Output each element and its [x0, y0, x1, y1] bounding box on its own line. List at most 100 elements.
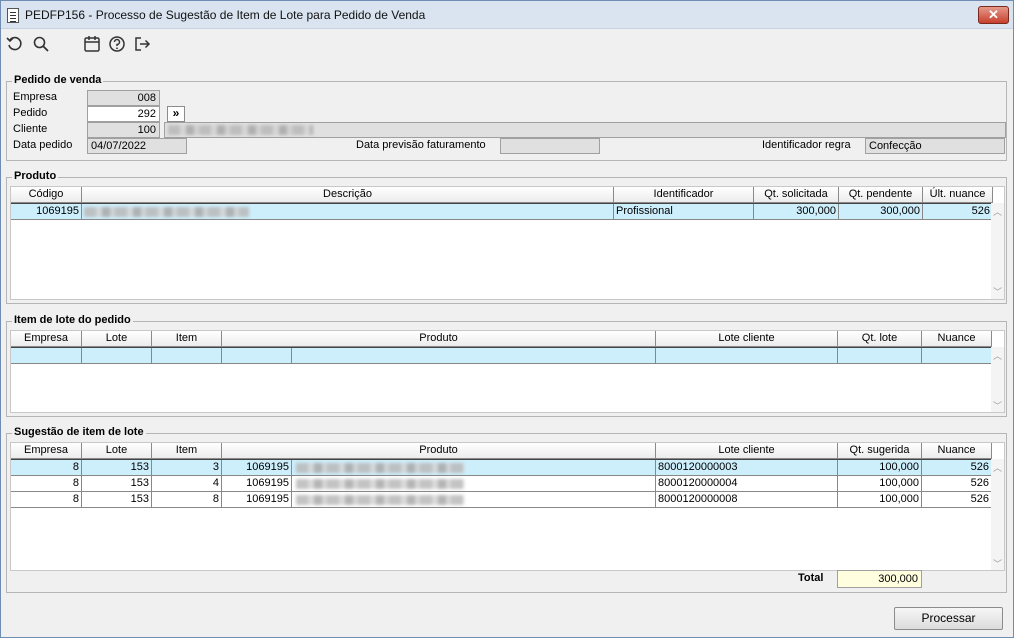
cell-qt-sugerida: 100,000	[838, 492, 922, 508]
cell-produto-codigo: 1069195	[222, 460, 292, 476]
grid-header: Empresa Lote Item Produto Lote cliente Q…	[11, 331, 992, 347]
refresh-icon[interactable]	[6, 35, 24, 53]
exit-icon[interactable]	[133, 35, 151, 53]
data-previsao-field	[500, 138, 600, 154]
redacted-text	[296, 495, 464, 505]
cliente-field: 100	[87, 122, 160, 138]
cell-lote: 153	[82, 476, 152, 492]
identificador-field: Confecção	[865, 138, 1005, 154]
cell-produto-codigo: 1069195	[222, 476, 292, 492]
title-bar: PEDFP156 - Processo de Sugestão de Item …	[1, 1, 1013, 29]
empresa-field: 008	[87, 90, 160, 106]
cell-lote: 153	[82, 460, 152, 476]
redacted-text	[296, 463, 464, 473]
data-previsao-label: Data previsão faturamento	[356, 139, 486, 151]
column-header[interactable]: Lote	[82, 443, 152, 459]
cell-codigo: 1069195	[11, 204, 82, 220]
scroll-down-icon[interactable]: ﹀	[993, 557, 1002, 570]
redacted-text	[84, 207, 249, 217]
document-icon	[7, 8, 19, 23]
help-icon[interactable]	[108, 35, 126, 53]
cell-empresa: 8	[11, 460, 82, 476]
column-header[interactable]: Qt. solicitada	[754, 187, 839, 203]
column-header[interactable]: Item	[152, 331, 222, 347]
identificador-label: Identificador regra	[762, 139, 851, 151]
column-header[interactable]: Últ. nuance	[923, 187, 993, 203]
search-icon[interactable]	[32, 35, 50, 53]
cell-qt-pendente: 300,000	[839, 204, 923, 220]
column-header[interactable]: Lote	[82, 331, 152, 347]
cell-nuance: 526	[922, 476, 992, 492]
pedido-field[interactable]: 292	[87, 106, 160, 122]
table-row[interactable]	[11, 347, 992, 364]
column-header[interactable]: Qt. lote	[838, 331, 922, 347]
cell-item	[152, 348, 222, 364]
column-header[interactable]: Produto	[222, 443, 656, 459]
column-header[interactable]: Lote cliente	[656, 443, 838, 459]
table-row[interactable]: 8 153 4 1069195 8000120000004 100,000 52…	[11, 476, 992, 492]
column-header[interactable]: Lote cliente	[656, 331, 838, 347]
column-header[interactable]: Item	[152, 443, 222, 459]
processar-button[interactable]: Processar	[894, 607, 1003, 630]
cell-produto-descricao	[292, 476, 656, 492]
vertical-scrollbar[interactable]: ︿ ﹀	[991, 347, 1004, 412]
column-header[interactable]: Nuance	[922, 331, 992, 347]
column-header[interactable]: Qt. sugerida	[838, 443, 922, 459]
cell-empresa: 8	[11, 492, 82, 508]
pedido-venda-group: Pedido de venda Empresa 008 Pedido 292 »…	[6, 74, 1007, 161]
cell-nuance: 526	[922, 460, 992, 476]
table-row[interactable]: 8 153 3 1069195 8000120000003 100,000 52…	[11, 459, 992, 476]
group-title: Sugestão de item de lote	[12, 426, 146, 438]
cell-lote-cliente: 8000120000003	[656, 460, 838, 476]
group-title: Item de lote do pedido	[12, 314, 133, 326]
calendar-icon[interactable]	[83, 35, 101, 53]
redacted-text	[296, 479, 464, 489]
cell-item: 8	[152, 492, 222, 508]
scroll-down-icon[interactable]: ﹀	[993, 399, 1002, 412]
cell-produto-descricao	[292, 492, 656, 508]
column-header[interactable]: Qt. pendente	[839, 187, 923, 203]
data-pedido-label: Data pedido	[13, 139, 73, 151]
cell-produto-codigo	[222, 348, 292, 364]
vertical-scrollbar[interactable]: ︿ ﹀	[991, 203, 1004, 299]
total-field: 300,000	[837, 570, 922, 588]
expand-button[interactable]: »	[167, 106, 185, 122]
cell-produto-descricao	[292, 348, 656, 364]
toolbar	[1, 30, 1013, 58]
cell-qt-lote	[838, 348, 922, 364]
cell-nuance	[922, 348, 992, 364]
column-header[interactable]: Identificador	[614, 187, 754, 203]
column-header[interactable]: Código	[11, 187, 82, 203]
cliente-name-field	[164, 122, 1006, 138]
cliente-label: Cliente	[13, 123, 48, 135]
cell-lote: 153	[82, 492, 152, 508]
cell-lote	[82, 348, 152, 364]
cell-qt-solicitada: 300,000	[754, 204, 839, 220]
column-header[interactable]: Empresa	[11, 331, 82, 347]
cell-descricao	[82, 204, 614, 220]
scroll-up-icon[interactable]: ︿	[993, 461, 1002, 474]
app-window: PEDFP156 - Processo de Sugestão de Item …	[0, 0, 1014, 638]
column-header[interactable]: Empresa	[11, 443, 82, 459]
cell-lote-cliente	[656, 348, 838, 364]
cell-item: 3	[152, 460, 222, 476]
cell-empresa: 8	[11, 476, 82, 492]
column-header[interactable]: Produto	[222, 331, 656, 347]
grid-header: Código Descrição Identificador Qt. solic…	[11, 187, 993, 203]
cell-qt-sugerida: 100,000	[838, 460, 922, 476]
table-row[interactable]: 8 153 8 1069195 8000120000008 100,000 52…	[11, 492, 992, 508]
redacted-text	[168, 125, 313, 135]
cell-lote-cliente: 8000120000008	[656, 492, 838, 508]
vertical-scrollbar[interactable]: ︿ ﹀	[991, 459, 1004, 570]
close-button[interactable]: ✕	[978, 6, 1009, 24]
cell-produto-codigo: 1069195	[222, 492, 292, 508]
group-title: Pedido de venda	[12, 74, 104, 86]
scroll-up-icon[interactable]: ︿	[993, 349, 1002, 362]
column-header[interactable]: Descrição	[82, 187, 614, 203]
scroll-up-icon[interactable]: ︿	[993, 205, 1002, 218]
scroll-down-icon[interactable]: ﹀	[993, 285, 1002, 298]
table-row[interactable]: 1069195 Profissional 300,000 300,000 526	[11, 203, 993, 220]
column-header[interactable]: Nuance	[922, 443, 992, 459]
window-title: PEDFP156 - Processo de Sugestão de Item …	[25, 8, 426, 22]
produto-group: Produto Código Descrição Identificador Q…	[6, 170, 1007, 304]
